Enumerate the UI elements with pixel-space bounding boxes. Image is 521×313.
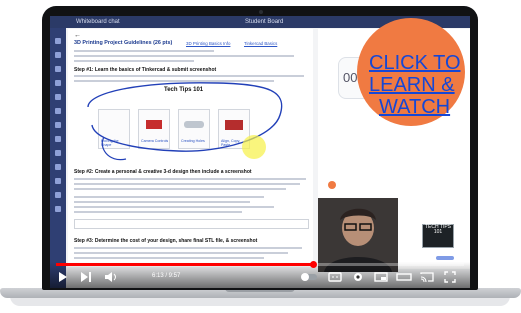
tool-icon: [55, 178, 61, 184]
cta-circle[interactable]: CLICK TO LEARN & WATCH: [357, 18, 465, 126]
cta-line-2[interactable]: LEARN &: [369, 74, 455, 96]
tool-icon: [55, 108, 61, 114]
progress-fill: [56, 263, 314, 266]
text-line: [74, 196, 264, 198]
webcam: [259, 10, 263, 14]
text-line: [74, 201, 250, 203]
tool-icon: [55, 52, 61, 58]
tool-icon: [55, 80, 61, 86]
orange-dot: [328, 181, 336, 189]
captions-icon: [328, 272, 342, 282]
cast-button[interactable]: [420, 271, 434, 283]
text-line: [74, 252, 288, 254]
tool-icon: [55, 192, 61, 198]
pen-annotation: [87, 82, 283, 161]
text-line: [74, 183, 300, 185]
answer-box[interactable]: [74, 219, 309, 229]
text-line: [74, 188, 286, 190]
tool-icon: [55, 66, 61, 72]
volume-icon: [105, 272, 112, 282]
miniplayer-button[interactable]: [374, 271, 388, 283]
text-line: [74, 247, 302, 249]
tool-icon: [55, 206, 61, 212]
autoplay-toggle[interactable]: [300, 271, 318, 283]
fullscreen-button[interactable]: [444, 271, 456, 283]
time-display: 6:13 / 9:57: [152, 273, 181, 279]
blue-dots: [436, 256, 454, 260]
progress-bar[interactable]: [56, 261, 464, 268]
next-icon: [81, 272, 91, 282]
tool-icon: [55, 94, 61, 100]
settings-button[interactable]: [352, 271, 364, 283]
text-line: [74, 206, 274, 208]
text-line: [74, 257, 264, 259]
tech-tips-logo: TECH TIPS 101: [422, 224, 454, 248]
theater-button[interactable]: [396, 271, 412, 283]
board-title: Student Board: [245, 19, 284, 25]
text-line: [74, 178, 306, 180]
presenter-webcam: [318, 198, 398, 272]
tool-icon: [55, 122, 61, 128]
step-3-title: Step #3: Determine the cost of your desi…: [74, 238, 258, 244]
progress-knob[interactable]: [310, 261, 318, 268]
document-page: ← 3D Printing Project Guidelines (26 pts…: [68, 29, 313, 267]
play-icon: [59, 272, 67, 282]
app-title: Whiteboard chat: [76, 19, 120, 25]
tool-icon: [55, 38, 61, 44]
tool-icon: [55, 164, 61, 170]
tool-icon: [55, 136, 61, 142]
step-2-title: Step #2: Create a personal & creative 3-…: [74, 169, 252, 175]
captions-button[interactable]: [328, 271, 342, 283]
next-button[interactable]: [80, 271, 92, 283]
tool-sidebar: [50, 28, 66, 288]
text-line: [74, 211, 242, 213]
cta-line-1[interactable]: CLICK TO: [369, 52, 461, 74]
tool-icon: [55, 150, 61, 156]
cta-line-3[interactable]: WATCH: [379, 96, 450, 118]
volume-button[interactable]: [104, 271, 118, 283]
play-button[interactable]: [58, 271, 68, 283]
theater-icon: [396, 273, 412, 281]
fullscreen-icon: [444, 271, 456, 283]
